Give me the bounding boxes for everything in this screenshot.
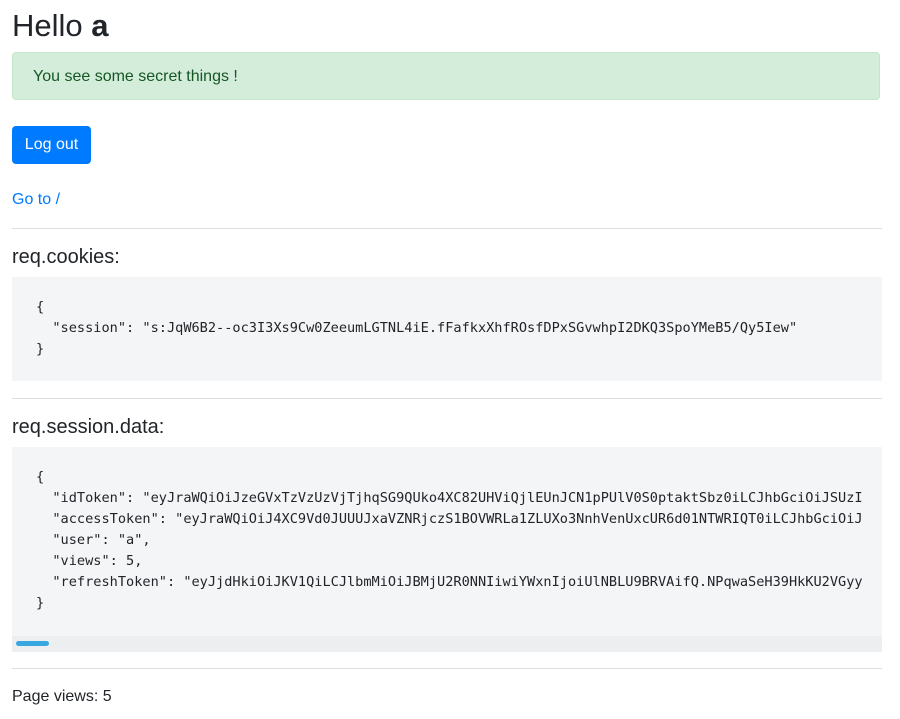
cookies-code-line-1: "session": "s:JqW6B2--oc3I3Xs9Cw0ZeeumLG… (36, 320, 798, 336)
session-code-line-1: "idToken": "eyJraWQiOiJzeGVxTzVzUzVjTjhq… (36, 490, 863, 506)
goto-home-link[interactable]: Go to / (12, 190, 60, 210)
cookies-code-block: { "session": "s:JqW6B2--oc3I3Xs9Cw0Zeeum… (12, 277, 882, 381)
scrollbar-thumb[interactable] (16, 641, 49, 646)
logout-button[interactable]: Log out (12, 126, 91, 164)
username: a (91, 8, 109, 43)
divider (12, 668, 882, 669)
session-title: req.session.data: (12, 416, 165, 438)
page-views-text: Page views: 5 (12, 688, 112, 705)
session-code-line-6: } (36, 595, 45, 611)
page-title: Hello a (12, 6, 109, 46)
cookies-title: req.cookies: (12, 246, 120, 268)
session-code-line-4: "views": 5, (36, 553, 143, 569)
session-code-block: { "idToken": "eyJraWQiOiJzeGVxTzVzUzVjTj… (12, 447, 882, 636)
divider (12, 228, 882, 229)
divider (12, 398, 882, 399)
success-alert: You see some secret things ! (12, 52, 880, 100)
session-code-line-3: "user": "a", (36, 532, 151, 548)
alert-message: You see some secret things ! (33, 68, 238, 85)
page: Hello a You see some secret things ! Log… (0, 0, 900, 719)
session-code-line-2: "accessToken": "eyJraWQiOiJ4XC9Vd0JUUUJx… (36, 511, 863, 527)
cookies-code-line-0: { (36, 299, 45, 315)
cookies-code-line-2: } (36, 341, 45, 357)
horizontal-scrollbar[interactable] (12, 636, 882, 652)
session-code-line-0: { (36, 469, 45, 485)
session-code-line-5: "refreshToken": "eyJjdHkiOiJKV1QiLCJlbmM… (36, 574, 863, 590)
greeting-text: Hello (12, 8, 92, 43)
